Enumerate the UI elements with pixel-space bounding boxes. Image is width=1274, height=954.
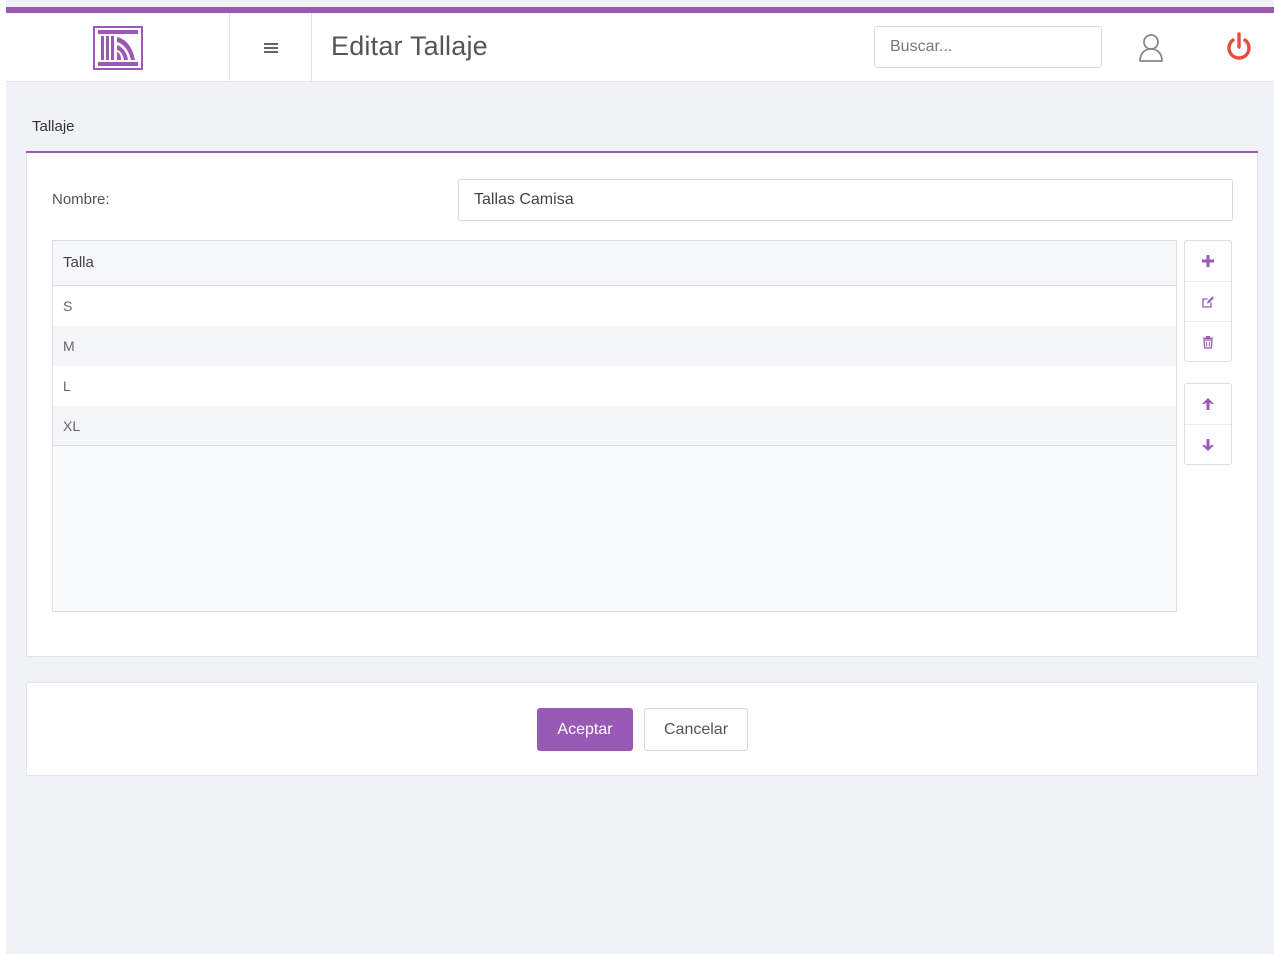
grid-row[interactable]: M	[53, 326, 1176, 366]
edit-icon	[1202, 296, 1214, 308]
grid-row[interactable]: L	[53, 366, 1176, 406]
user-button[interactable]	[1136, 31, 1166, 63]
name-label: Nombre:	[52, 191, 110, 208]
plus-icon	[1202, 255, 1214, 267]
hamburger-menu-icon	[263, 42, 278, 53]
grid-row[interactable]: XL	[53, 406, 1176, 446]
form-actions-panel: Aceptar Cancelar	[26, 682, 1258, 776]
move-up-button[interactable]	[1185, 384, 1231, 424]
arrow-up-icon	[1202, 398, 1214, 410]
building-columns-logo-icon	[92, 25, 143, 70]
search-input[interactable]	[874, 26, 1102, 68]
name-field[interactable]	[458, 179, 1233, 221]
tallaje-panel: Tallaje Nombre: Talla S M L XL	[26, 108, 1258, 657]
trash-icon	[1203, 335, 1213, 349]
accept-button[interactable]: Aceptar	[537, 708, 633, 751]
row-order-group	[1184, 383, 1232, 465]
cancel-button[interactable]: Cancelar	[644, 708, 748, 751]
power-icon	[1227, 32, 1251, 60]
left-edge	[0, 0, 6, 954]
row-actions-group	[1184, 240, 1232, 362]
menu-toggle-button[interactable]	[230, 13, 312, 82]
edit-row-button[interactable]	[1185, 281, 1231, 321]
sizes-grid: Talla S M L XL	[52, 240, 1177, 612]
move-down-button[interactable]	[1185, 424, 1231, 464]
add-row-button[interactable]	[1185, 241, 1231, 281]
panel-title: Tallaje	[26, 108, 1258, 153]
logo[interactable]	[6, 13, 230, 82]
grid-row[interactable]: S	[53, 286, 1176, 326]
app-header: Editar Tallaje	[6, 13, 1274, 82]
grid-column-header[interactable]: Talla	[53, 241, 1176, 286]
page-title: Editar Tallaje	[331, 31, 488, 61]
arrow-down-icon	[1202, 438, 1214, 451]
delete-row-button[interactable]	[1185, 321, 1231, 361]
logout-button[interactable]	[1224, 31, 1254, 63]
user-icon	[1139, 34, 1163, 62]
